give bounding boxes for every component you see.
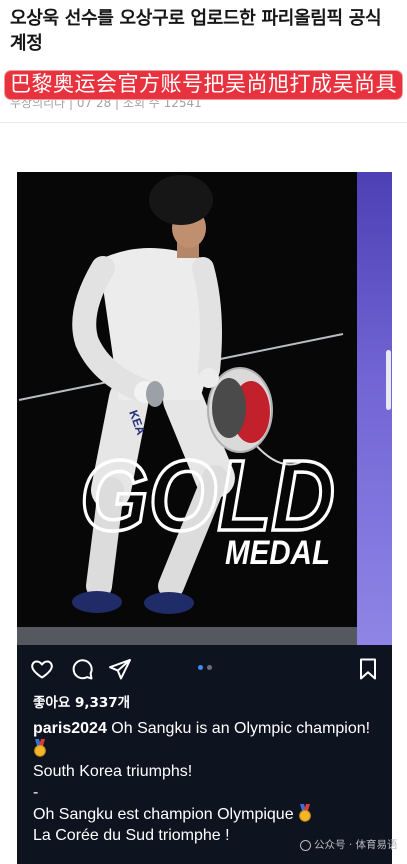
post-photo[interactable]: KEA GOLD MEDAL	[17, 172, 357, 645]
gold-medal-icon	[33, 739, 47, 758]
right-shoe	[144, 592, 194, 614]
comment-icon[interactable]	[70, 657, 94, 681]
carousel-dot	[207, 665, 212, 670]
header-divider	[0, 122, 407, 123]
caption-username[interactable]: paris2024	[33, 720, 107, 737]
saber-guard	[146, 381, 164, 407]
bookmark-icon[interactable]	[358, 657, 378, 681]
heart-icon[interactable]	[30, 657, 54, 681]
floor-strip	[17, 627, 357, 645]
caption-line: Oh Sangku est champion Olympique	[33, 803, 389, 825]
instagram-post: KEA GOLD MEDAL 좋아요 9,337개 paris2024 Oh S…	[17, 172, 392, 864]
scroll-indicator[interactable]	[386, 350, 391, 410]
caption-text: Oh Sangku is an Olympic champion!	[111, 720, 371, 737]
caption-text: -	[33, 784, 39, 802]
post-photo-image: KEA GOLD MEDAL	[17, 172, 357, 645]
caption-text: South Korea triumphs!	[33, 762, 193, 780]
like-count[interactable]: 좋아요 9,337개	[33, 693, 130, 713]
caption-line	[33, 739, 389, 760]
article-headline: 오상욱 선수를 오상구로 업로드한 파리올림픽 공식 계정	[10, 8, 382, 54]
hair	[149, 175, 213, 225]
watermark: 公众号 · 体育易语	[300, 837, 405, 853]
paper-plane-icon[interactable]	[108, 657, 132, 681]
left-shoe	[72, 591, 122, 613]
wechat-icon	[300, 839, 311, 851]
carousel-dot-active	[198, 665, 203, 670]
carousel-dots	[198, 665, 212, 671]
medal-subtitle: MEDAL	[225, 534, 330, 572]
gold-medal-icon	[298, 803, 312, 822]
watermark-text: 公众号 · 体育易语	[314, 839, 398, 851]
caption-text: Oh Sangku est champion Olympique	[33, 805, 294, 823]
title-banner: 巴黎奥运会官方账号把吴尚旭打成吴尚具	[4, 70, 403, 100]
post-caption: paris2024 Oh Sangku is an Olympic champi…	[33, 718, 389, 846]
caption-line: paris2024 Oh Sangku is an Olympic champi…	[33, 718, 389, 739]
